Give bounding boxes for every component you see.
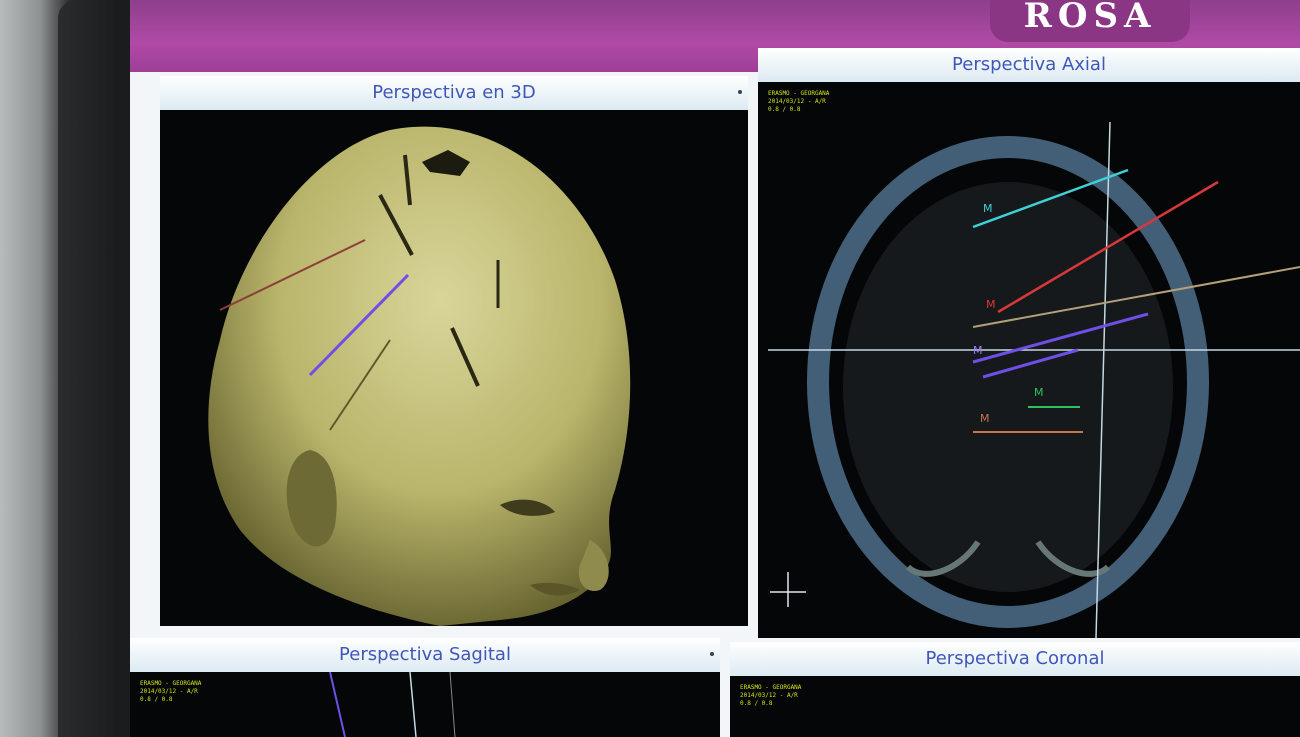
monitor-screen: ROSA Perspectiva en 3D Perspectiva Axial… xyxy=(130,0,1300,737)
trajectory-label: M xyxy=(1034,386,1044,399)
panel-menu-icon[interactable] xyxy=(710,652,714,656)
viewport-3d[interactable] xyxy=(160,110,748,626)
panel-axial: Perspectiva Axial ERASMO - GEORGANA 2014… xyxy=(758,48,1300,638)
panel-axial-title[interactable]: Perspectiva Axial xyxy=(758,48,1300,82)
trajectory-label: M xyxy=(980,412,990,425)
panel-coronal: Perspectiva Coronal ERASMO - GEORGANA 20… xyxy=(730,642,1300,737)
panel-3d: Perspectiva en 3D xyxy=(160,76,748,626)
crosshair-vertical xyxy=(409,672,417,737)
orientation-axes-icon xyxy=(770,572,806,607)
panel-menu-icon[interactable] xyxy=(738,90,742,94)
viewport-coronal[interactable]: ERASMO - GEORGANA 2014/03/12 - A/R 0.8 /… xyxy=(730,676,1300,737)
trajectory-purple xyxy=(329,672,346,737)
viewport-sagittal[interactable]: ERASMO - GEORGANA 2014/03/12 - A/R 0.8 /… xyxy=(130,672,720,737)
axial-scan-svg: M M M M M xyxy=(768,121,1300,638)
brain-icon xyxy=(843,182,1173,592)
panel-3d-title[interactable]: Perspectiva en 3D xyxy=(160,76,748,110)
brand-logo: ROSA xyxy=(990,0,1190,42)
panel-coronal-title[interactable]: Perspectiva Coronal xyxy=(730,642,1300,676)
patient-info-overlay: ERASMO - GEORGANA 2014/03/12 - A/R 0.8 /… xyxy=(740,684,802,707)
crosshair-vertical xyxy=(449,672,456,737)
panel-sagittal-title[interactable]: Perspectiva Sagital xyxy=(130,638,720,672)
trajectory-label: M xyxy=(973,344,983,357)
trajectory-label: M xyxy=(983,202,993,215)
sagittal-scan-svg xyxy=(329,672,456,737)
panel-sagittal: Perspectiva Sagital ERASMO - GEORGANA 20… xyxy=(130,638,720,737)
head-render-svg xyxy=(160,110,748,626)
trajectory-label: M xyxy=(986,298,996,311)
viewport-axial[interactable]: ERASMO - GEORGANA 2014/03/12 - A/R 0.8 /… xyxy=(758,82,1300,638)
